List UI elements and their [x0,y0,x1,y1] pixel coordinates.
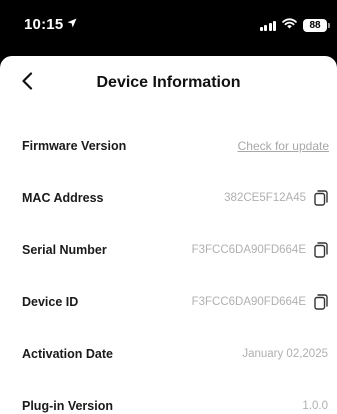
plugin-version-value: 1.0.0 [302,400,328,412]
status-indicators: 88 [259,16,330,34]
copy-icon[interactable] [312,241,330,259]
device-id-label: Device ID [22,295,79,309]
cellular-signal-icon [259,20,276,31]
copy-icon[interactable] [312,189,330,207]
battery-level: 88 [309,19,321,31]
battery-icon: 88 [303,18,330,32]
activation-date-label: Activation Date [22,347,113,361]
copy-icon[interactable] [312,293,330,311]
activation-date-row: Activation Date January 02,2025 [0,328,337,380]
info-list: Firmware Version Check for update MAC Ad… [0,120,337,414]
firmware-version-label: Firmware Version [22,139,127,153]
device-info-sheet: Device Information Firmware Version Chec… [0,56,337,414]
page-title: Device Information [96,74,241,91]
wifi-icon [282,16,297,34]
mac-address-label: MAC Address [22,191,104,205]
activation-date-value: January 02,2025 [242,348,328,360]
status-time: 10:15 [24,16,77,33]
mac-address-value: 382CE5F12A45 [224,192,306,204]
serial-number-row: Serial Number F3FCC6DA90FD664E [0,224,337,276]
status-time-text: 10:15 [24,16,64,33]
serial-number-label: Serial Number [22,243,107,257]
location-arrow-icon [67,17,77,31]
device-id-value: F3FCC6DA90FD664E [191,296,306,308]
mac-address-row: MAC Address 382CE5F12A45 [0,172,337,224]
plugin-version-label: Plug-in Version [22,399,113,413]
device-id-row: Device ID F3FCC6DA90FD664E [0,276,337,328]
status-bar: 10:15 88 [0,0,337,48]
firmware-version-row: Firmware Version Check for update [0,120,337,172]
check-for-update-link[interactable]: Check for update [238,139,329,153]
nav-bar: Device Information [0,56,337,110]
serial-number-value: F3FCC6DA90FD664E [191,244,306,256]
plugin-version-row: Plug-in Version 1.0.0 [0,380,337,414]
